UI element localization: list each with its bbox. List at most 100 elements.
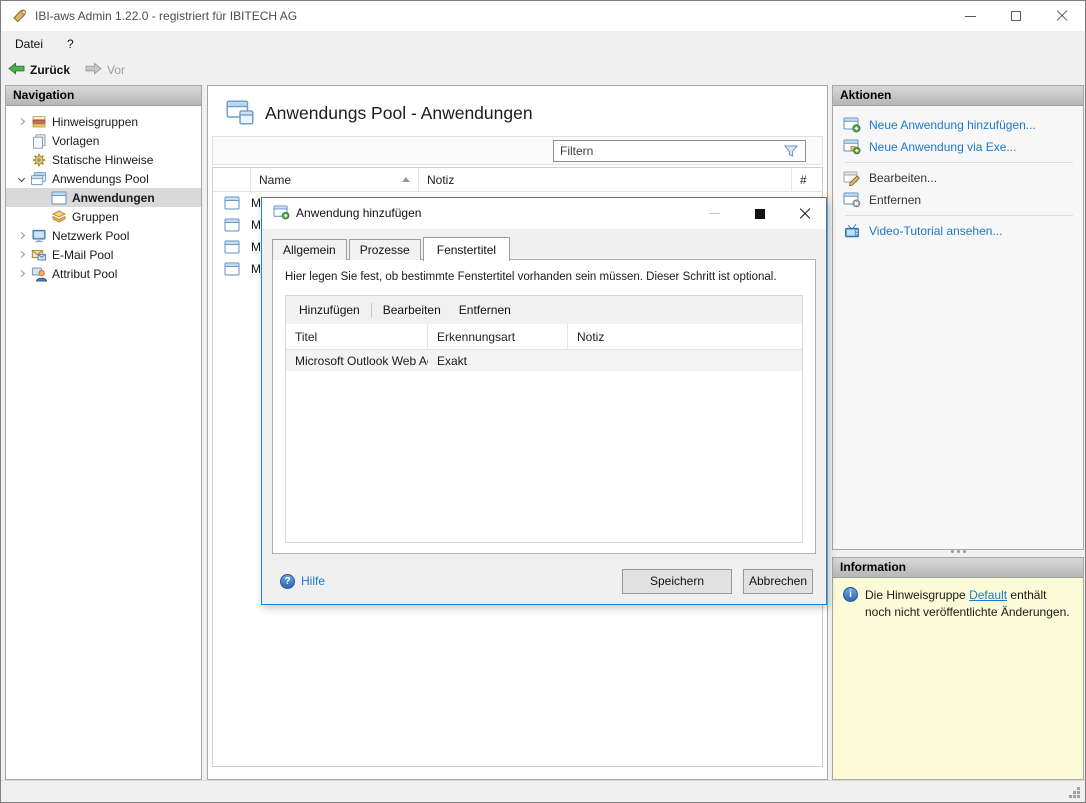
row-name: M <box>251 218 261 232</box>
nav-item-attribut-pool[interactable]: Attribut Pool <box>6 264 201 283</box>
tab-prozesse[interactable]: Prozesse <box>349 239 421 260</box>
nav-item-anwendungs-pool[interactable]: Anwendungs Pool <box>6 169 201 188</box>
panel-splitter[interactable] <box>832 547 1084 555</box>
window-edit-icon <box>843 170 861 186</box>
action-video-tutorial[interactable]: Video-Tutorial ansehen... <box>833 220 1083 242</box>
add-title-button[interactable]: Hinzufügen <box>290 299 369 321</box>
window-icon <box>213 218 251 232</box>
filter-funnel-icon[interactable] <box>783 144 799 158</box>
close-button[interactable] <box>1039 1 1085 31</box>
cancel-button[interactable]: Abbrechen <box>743 569 813 594</box>
dialog-minimize-button[interactable] <box>699 198 730 229</box>
back-button[interactable]: Zurück <box>1 58 78 82</box>
column-count-label: # <box>800 173 807 187</box>
column-name[interactable]: Name <box>251 168 419 191</box>
dialog-title: Anwendung hinzufügen <box>296 206 421 220</box>
action-label: Neue Anwendung hinzufügen... <box>869 118 1036 132</box>
action-edit[interactable]: Bearbeiten... <box>833 167 1083 189</box>
save-button[interactable]: Speichern <box>622 569 732 594</box>
menu-help[interactable]: ? <box>57 33 84 55</box>
remove-title-button[interactable]: Entfernen <box>450 299 520 321</box>
column-erkennungsart[interactable]: Erkennungsart <box>428 324 568 349</box>
column-titel-label: Titel <box>295 330 317 344</box>
expander-collapsed-icon[interactable] <box>12 233 30 238</box>
gold-layers-icon <box>50 209 67 225</box>
window-icon <box>213 196 251 210</box>
nav-item-label: Hinweisgruppen <box>52 115 138 129</box>
maximize-button[interactable] <box>993 1 1039 31</box>
column-count[interactable]: # <box>792 168 822 191</box>
tab-allgemein[interactable]: Allgemein <box>272 239 347 260</box>
action-label: Bearbeiten... <box>869 171 937 185</box>
forward-button[interactable]: Vor <box>78 58 133 82</box>
column-notiz[interactable]: Notiz <box>419 168 792 191</box>
column-erkennungsart-label: Erkennungsart <box>437 330 515 344</box>
envelopes-icon <box>30 247 47 263</box>
nav-toolbar: Zurück Vor <box>1 57 1085 83</box>
filter-input[interactable] <box>554 144 783 158</box>
close-icon <box>1056 10 1068 22</box>
toolbar-separator <box>371 303 372 318</box>
column-titel[interactable]: Titel <box>286 324 428 349</box>
expander-collapsed-icon[interactable] <box>12 252 30 257</box>
default-group-link[interactable]: Default <box>969 588 1007 602</box>
windows-cascade-icon <box>30 171 47 186</box>
fenstertitel-tab-page: Hier legen Sie fest, ob bestimmte Fenste… <box>272 259 816 554</box>
edit-title-button[interactable]: Bearbeiten <box>374 299 450 321</box>
expander-collapsed-icon[interactable] <box>12 119 30 124</box>
minimize-icon <box>965 16 976 17</box>
back-arrow-icon <box>7 61 26 79</box>
separator <box>845 162 1073 163</box>
nav-item-label: Anwendungs Pool <box>52 172 149 186</box>
nav-item-label: Anwendungen <box>72 191 155 205</box>
grid-row[interactable]: Microsoft Outlook Web Ac... Exakt <box>286 350 802 371</box>
tab-description: Hier legen Sie fest, ob bestimmte Fenste… <box>285 271 777 283</box>
expander-collapsed-icon[interactable] <box>12 271 30 276</box>
actions-header: Aktionen <box>833 86 1083 106</box>
cell-erkennungsart: Exakt <box>428 354 568 368</box>
column-icon[interactable] <box>213 168 251 191</box>
nav-item-gruppen[interactable]: Gruppen <box>6 207 201 226</box>
titlebar: IBI-aws Admin 1.22.0 - registriert für I… <box>1 1 1085 31</box>
window-remove-icon <box>843 192 861 208</box>
dialog-footer: ? Hilfe Speichern Abbrechen <box>262 558 826 604</box>
grid-header: Titel Erkennungsart Notiz <box>286 324 802 350</box>
window-icon <box>213 240 251 254</box>
nav-item-email-pool[interactable]: E-Mail Pool <box>6 245 201 264</box>
help-link[interactable]: ? Hilfe <box>280 574 325 589</box>
column-notiz-label: Notiz <box>427 173 454 187</box>
window-titles-grid: Hinzufügen Bearbeiten Entfernen Titel Er… <box>285 295 803 543</box>
nav-item-hinweisgruppen[interactable]: Hinweisgruppen <box>6 112 201 131</box>
row-name: M <box>251 196 261 210</box>
dialog-tabs: Allgemein Prozesse Fenstertitel <box>272 237 512 260</box>
action-label: Video-Tutorial ansehen... <box>869 224 1002 238</box>
action-new-application[interactable]: Neue Anwendung hinzufügen... <box>833 114 1083 136</box>
window-title: IBI-aws Admin 1.22.0 - registriert für I… <box>35 9 297 23</box>
nav-item-statische-hinweise[interactable]: Statische Hinweise <box>6 150 201 169</box>
tab-fenstertitel[interactable]: Fenstertitel <box>423 237 510 261</box>
menu-datei[interactable]: Datei <box>5 33 53 55</box>
nav-item-netzwerk-pool[interactable]: Netzwerk Pool <box>6 226 201 245</box>
forward-arrow-icon <box>84 61 103 79</box>
column-notiz-label: Notiz <box>577 330 604 344</box>
info-text-before: Die Hinweisgruppe <box>865 588 969 602</box>
minimize-button[interactable] <box>947 1 993 31</box>
dialog-close-button[interactable] <box>789 198 820 229</box>
app-logo-icon <box>12 8 28 27</box>
dialog-maximize-button[interactable] <box>744 198 775 229</box>
cell-titel: Microsoft Outlook Web Ac... <box>286 354 428 368</box>
nav-item-vorlagen[interactable]: Vorlagen <box>6 131 201 150</box>
action-remove[interactable]: Entfernen <box>833 189 1083 211</box>
column-notiz[interactable]: Notiz <box>568 324 802 349</box>
filter-field <box>553 140 806 162</box>
resize-grip-icon[interactable] <box>1069 787 1081 799</box>
expander-expanded-icon[interactable] <box>12 176 30 181</box>
close-icon <box>799 208 811 220</box>
back-label: Zurück <box>30 63 70 77</box>
grid-toolbar: Hinzufügen Bearbeiten Entfernen <box>286 296 802 324</box>
add-application-dialog: Anwendung hinzufügen Allgemein Prozesse … <box>261 197 827 605</box>
documents-icon <box>30 133 47 149</box>
nav-item-anwendungen[interactable]: Anwendungen <box>6 188 201 207</box>
nav-item-label: Attribut Pool <box>52 267 117 281</box>
action-new-application-via-exe[interactable]: Neue Anwendung via Exe... <box>833 136 1083 158</box>
